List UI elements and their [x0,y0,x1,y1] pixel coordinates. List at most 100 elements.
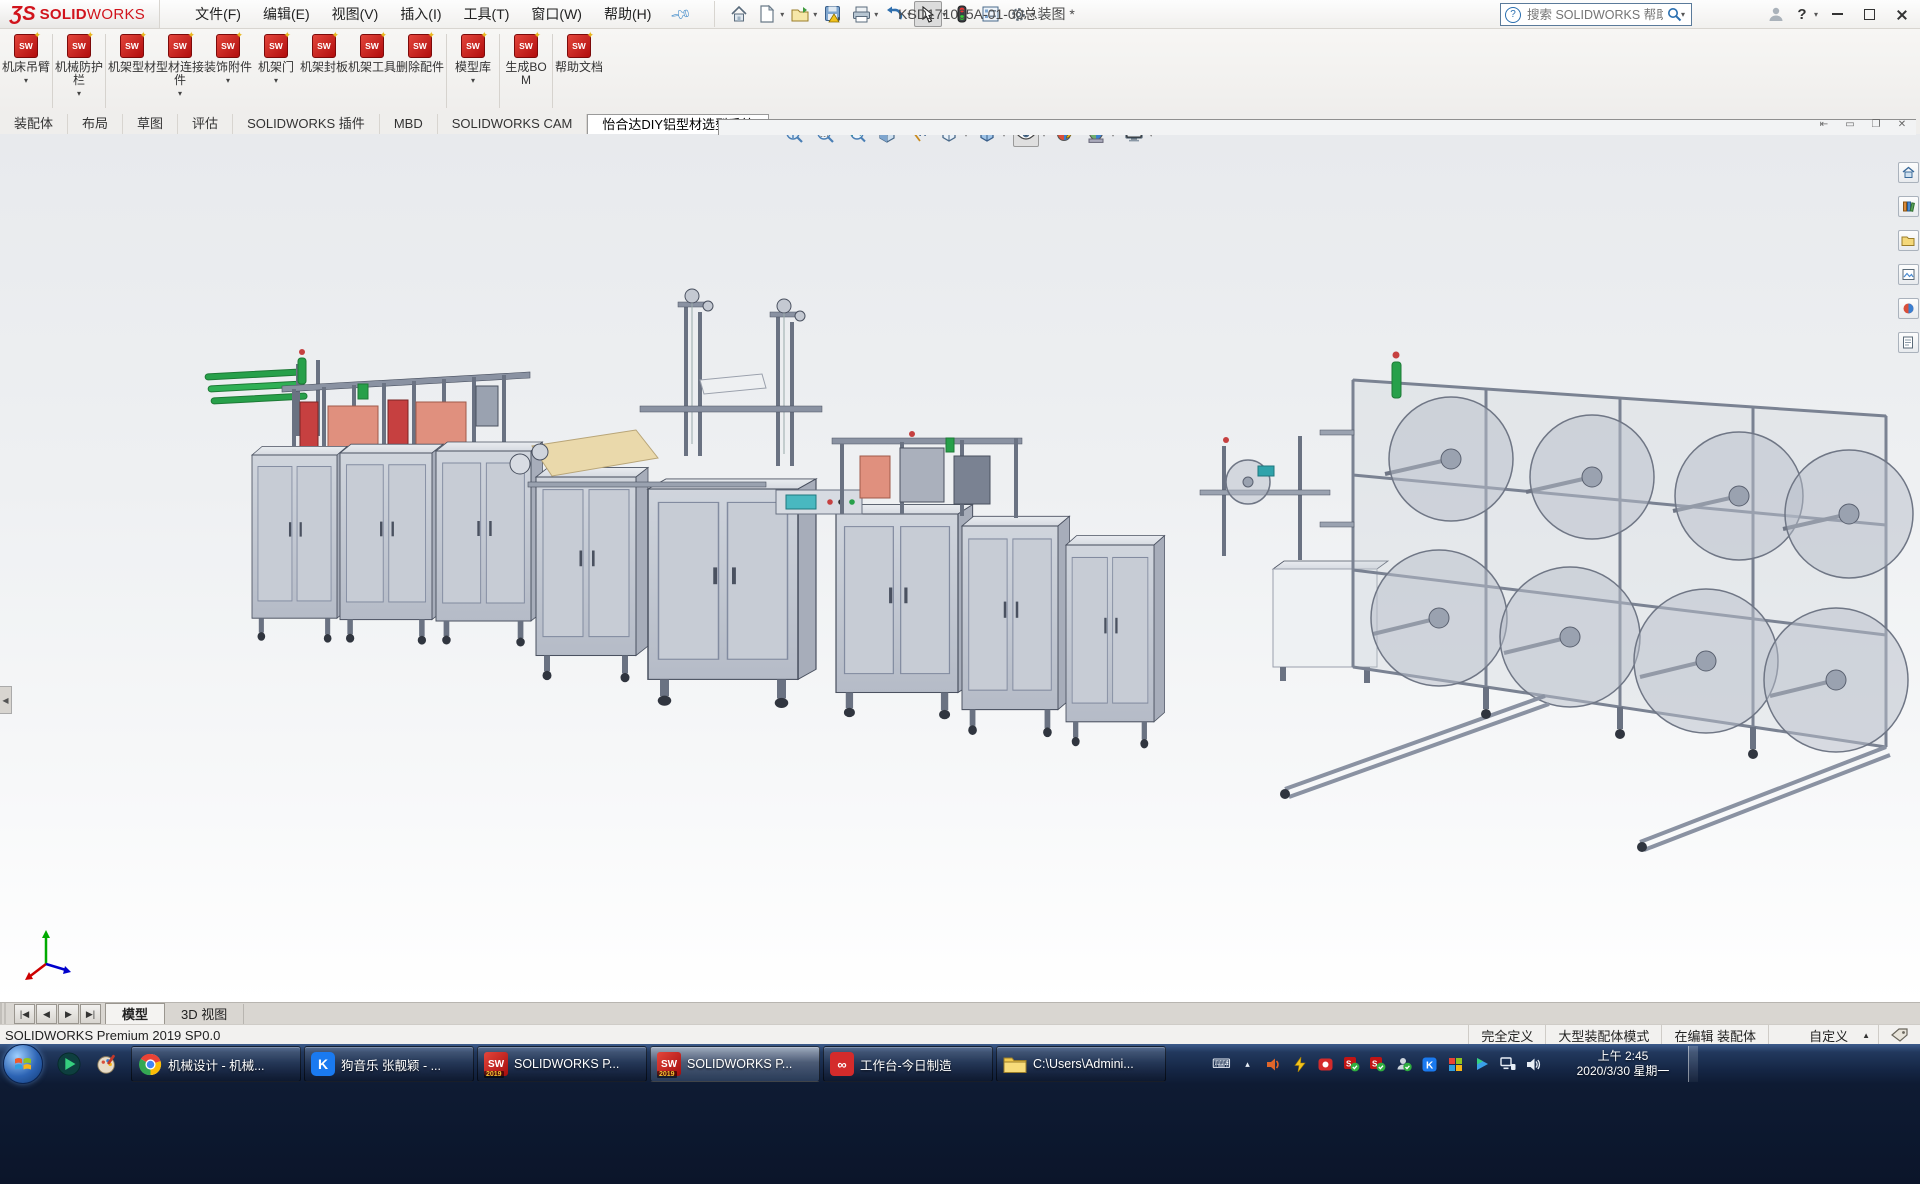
menu-insert[interactable]: 插入(I) [389,0,452,28]
edit-appearance-icon[interactable] [1053,134,1077,146]
menu-window[interactable]: 窗口(W) [520,0,593,28]
show-desktop-button[interactable] [1688,1046,1698,1082]
dropdown-arrow[interactable]: ▾ [24,76,28,85]
help-dropdown-arrow[interactable]: ▾ [1814,10,1818,19]
volume-icon[interactable] [1525,1056,1542,1073]
doc-arrange-icon[interactable]: ⇤ [1816,118,1832,130]
display-style-icon[interactable] [975,134,999,146]
zoom-to-fit-icon[interactable] [782,134,806,146]
print-dropdown-arrow[interactable]: ▾ [874,10,878,19]
hide-show-items-icon[interactable] [1013,134,1039,147]
taskbar-app-chrome[interactable]: 机械设计 - 机械... [131,1046,301,1082]
doc-minimize-icon[interactable]: ▭ [1842,118,1858,130]
help-icon[interactable]: ? [1789,2,1815,26]
new-dropdown-arrow[interactable]: ▾ [780,10,784,19]
search-dropdown-arrow[interactable]: ▾ [1681,10,1685,19]
open-dropdown-arrow[interactable]: ▾ [813,10,817,19]
taskbar-app-solidworks-1[interactable]: SW2019 SOLIDWORKS P... [477,1046,647,1082]
taskbar-app-worktable[interactable]: ∞ 工作台-今日制造 [823,1046,993,1082]
section-view-icon[interactable] [875,134,899,146]
tab-sketch[interactable]: 草图 [123,114,178,134]
recorder-icon[interactable] [1317,1056,1334,1073]
print-icon[interactable] [848,2,874,26]
ribbon-button-delete-fitting[interactable]: ✦SW 删除配件 [396,28,444,114]
start-button[interactable] [3,1044,43,1084]
tab-evaluate[interactable]: 评估 [178,114,233,134]
doc-close-icon[interactable]: ✕ [1894,118,1910,130]
new-document-icon[interactable] [754,2,780,26]
last-tab-icon[interactable]: ▶| [80,1004,101,1024]
open-icon[interactable] [787,2,813,26]
tab-layout[interactable]: 布局 [68,114,123,134]
kugou-tray-icon[interactable]: K [1421,1056,1438,1073]
ribbon-button-profile-connector[interactable]: ✦SW 型材连接件 ▾ [156,28,204,114]
taskbar-app-kugou[interactable]: K 狗音乐 张靓颖 - ... [304,1046,474,1082]
sw-check-icon[interactable]: S [1343,1056,1360,1073]
lightning-icon[interactable] [1291,1056,1308,1073]
pane-splitter-handle[interactable] [0,1003,8,1025]
doc-restore-icon[interactable]: ❐ [1868,118,1884,130]
view-orientation-icon[interactable] [937,134,961,146]
play-tray-icon[interactable] [1473,1056,1490,1073]
graphics-viewport[interactable]: A ▾ ▾ ▾ ▾ ▾ [0,134,1920,1002]
network-icon[interactable] [1499,1056,1516,1073]
ribbon-button-help-doc[interactable]: ✦SW 帮助文档 [555,28,603,114]
media-player-icon[interactable] [57,1052,81,1076]
ribbon-button-model-library[interactable]: ✦SW 模型库 ▾ [449,28,497,114]
previous-view-icon[interactable] [844,134,868,146]
sw-check-icon-2[interactable]: S [1369,1056,1386,1073]
tab-solidworks-cam[interactable]: SOLIDWORKS CAM [438,114,588,134]
tab-solidworks-addins[interactable]: SOLIDWORKS 插件 [233,114,380,134]
apply-scene-icon[interactable] [1084,134,1108,146]
menu-edit[interactable]: 编辑(E) [252,0,321,28]
color-grid-icon[interactable] [1447,1056,1464,1073]
zoom-to-area-icon[interactable] [813,134,837,146]
first-tab-icon[interactable]: |◀ [14,1004,35,1024]
ribbon-button-guard-rail[interactable]: ✦SW 机械防护栏 ▾ [55,28,103,114]
tab-assembly[interactable]: 装配体 [0,114,68,134]
ribbon-button-machine-crane[interactable]: ✦SW 机床吊臂 ▾ [2,28,50,114]
security-check-icon[interactable] [1395,1056,1412,1073]
dropdown-arrow[interactable]: ▾ [274,76,278,85]
machine-assembly-3d-model[interactable] [0,134,1920,1002]
view-settings-icon[interactable] [1122,134,1146,146]
dropdown-arrow[interactable]: ▾ [178,89,182,98]
menu-view[interactable]: 视图(V) [321,0,390,28]
user-icon[interactable] [1763,2,1789,26]
status-customize[interactable]: 自定义 ▲ [1768,1025,1878,1045]
ribbon-button-frame-panel[interactable]: ✦SW 机架封板 [300,28,348,114]
tab-3d-views[interactable]: 3D 视图 [165,1004,244,1025]
ribbon-button-frame-profile[interactable]: ✦SW 机架型材 [108,28,156,114]
prev-tab-icon[interactable]: ◀ [36,1004,57,1024]
ribbon-button-decoration[interactable]: ✦SW 装饰附件 ▾ [204,28,252,114]
hide-annotations-icon[interactable]: A [906,134,930,146]
restore-button[interactable] [1854,3,1884,25]
next-tab-icon[interactable]: ▶ [58,1004,79,1024]
home-icon[interactable] [726,2,752,26]
minimize-button[interactable] [1822,3,1852,25]
paint-icon[interactable] [95,1052,119,1076]
pin-menu-icon[interactable]: 📌︎ [669,2,693,26]
menu-tools[interactable]: 工具(T) [453,0,521,28]
ribbon-button-generate-bom[interactable]: ✦SW 生成BOM [502,28,550,114]
menu-file[interactable]: 文件(F) [184,0,252,28]
ribbon-button-frame-door[interactable]: ✦SW 机架门 ▾ [252,28,300,114]
audio-red-icon[interactable] [1265,1056,1282,1073]
save-icon[interactable] [820,2,846,26]
dropdown-arrow[interactable]: ▾ [226,76,230,85]
show-hidden-icons-icon[interactable]: ▴ [1239,1056,1256,1073]
taskbar-app-solidworks-2-active[interactable]: SW2019 SOLIDWORKS P... [650,1046,820,1082]
ribbon-button-frame-tool[interactable]: ✦SW 机架工具 [348,28,396,114]
search-input[interactable] [1525,7,1665,23]
help-search-box[interactable]: ? ▾ [1500,3,1692,26]
tab-mbd[interactable]: MBD [380,114,438,134]
touch-keyboard-icon[interactable]: ⌨︎ [1213,1056,1230,1073]
magnifier-icon[interactable] [1667,7,1682,22]
menu-help[interactable]: 帮助(H) [593,0,662,28]
taskbar-clock[interactable]: 上午 2:45 2020/3/30 星期一 [1564,1049,1682,1079]
tab-model[interactable]: 模型 [105,1003,165,1025]
taskbar-app-explorer-folder[interactable]: C:\Users\Admini... [996,1046,1166,1082]
tag-button[interactable] [1878,1025,1920,1045]
dropdown-arrow[interactable]: ▾ [77,89,81,98]
close-button[interactable] [1886,3,1916,25]
